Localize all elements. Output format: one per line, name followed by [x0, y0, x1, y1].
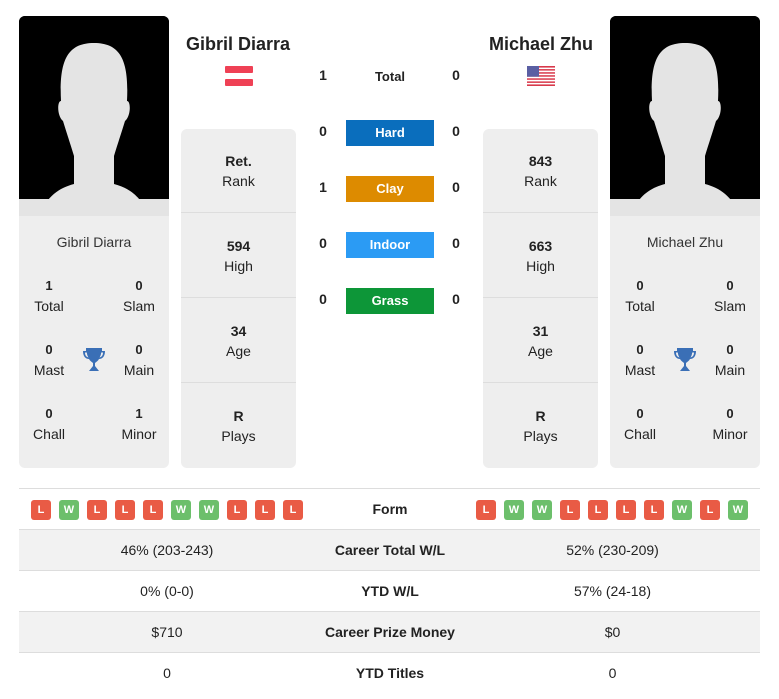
- player2-form-badge-win[interactable]: W: [672, 500, 692, 520]
- h2h-hard-p1: 0: [319, 123, 327, 139]
- form-label: Form: [372, 501, 408, 517]
- player1-prize: $710: [151, 624, 183, 640]
- player1-career-wl: 46% (203-243): [120, 542, 214, 558]
- player1-form-badge-loss[interactable]: L: [255, 500, 275, 520]
- player2-mast-titles: 0 Mast: [624, 342, 656, 378]
- player2-form-badge-win[interactable]: W: [504, 500, 524, 520]
- player2-form-badge-win[interactable]: W: [728, 500, 748, 520]
- ytd-wl-label: YTD W/L: [361, 583, 419, 599]
- silhouette-icon: [19, 16, 169, 216]
- player1-high: 594 High: [181, 214, 296, 298]
- form-row: LWLLLWWLLL Form LWWLLLLWLW: [19, 488, 760, 529]
- player1-form-badge-win[interactable]: W: [199, 500, 219, 520]
- trophy-icon: [82, 347, 106, 373]
- surface-indoor-button[interactable]: Indoor: [346, 232, 434, 258]
- h2h-indoor-p1: 0: [319, 235, 327, 251]
- player1-chall-titles: 0 Chall: [33, 406, 65, 442]
- h2h-grass-p2: 0: [452, 291, 460, 307]
- player2-ytd-titles: 0: [608, 665, 617, 681]
- player2-minor-titles: 0 Minor: [712, 406, 748, 442]
- player1-total-titles: 1 Total: [34, 278, 64, 314]
- prize-label: Career Prize Money: [325, 624, 455, 640]
- player2-total-titles: 0 Total: [625, 278, 655, 314]
- player2-photo: [610, 16, 760, 216]
- ytd-wl-row: 0% (0-0) YTD W/L 57% (24-18): [19, 570, 760, 611]
- surface-clay-button[interactable]: Clay: [346, 176, 434, 202]
- player2-info-panel: 843 Rank 663 High 31 Age R Plays: [483, 129, 598, 468]
- player1-rank: Ret. Rank: [181, 129, 296, 213]
- player1-ytd-titles: 0: [163, 665, 171, 681]
- h2h-total-label: Total: [374, 69, 406, 84]
- h2h-clay-p1: 1: [319, 179, 327, 195]
- player1-form: LWLLLWWLLL: [31, 500, 303, 520]
- player2-high: 663 High: [483, 214, 598, 298]
- player1-form-badge-loss[interactable]: L: [31, 500, 51, 520]
- ytd-titles-row: 0 YTD Titles 0: [19, 652, 760, 693]
- player2-card-name: Michael Zhu: [646, 234, 724, 250]
- h2h-total-p1: 1: [319, 67, 327, 83]
- player2-form-badge-loss[interactable]: L: [700, 500, 720, 520]
- player1-card-name: Gibril Diarra: [56, 234, 132, 250]
- player2-form-badge-loss[interactable]: L: [588, 500, 608, 520]
- h2h-grass-p1: 0: [319, 291, 327, 307]
- silhouette-icon: [610, 16, 760, 216]
- player2-chall-titles: 0 Chall: [624, 406, 656, 442]
- ytd-titles-label: YTD Titles: [355, 665, 425, 681]
- player1-ytd-wl: 0% (0-0): [140, 583, 194, 599]
- surface-hard-button[interactable]: Hard: [346, 120, 434, 146]
- player2-main-titles: 0 Main: [714, 342, 746, 378]
- player1-slam-titles: 0 Slam: [123, 278, 155, 314]
- player2-form-badge-loss[interactable]: L: [560, 500, 580, 520]
- player2-form: LWWLLLLWLW: [476, 500, 748, 520]
- h2h-indoor-p2: 0: [452, 235, 460, 251]
- player2-ytd-wl: 57% (24-18): [573, 583, 652, 599]
- h2h-clay-p2: 0: [452, 179, 460, 195]
- comparison-table: LWLLLWWLLL Form LWWLLLLWLW 46% (203-243)…: [19, 488, 760, 693]
- player1-form-badge-win[interactable]: W: [171, 500, 191, 520]
- surface-grass-button[interactable]: Grass: [346, 288, 434, 314]
- player1-age: 34 Age: [181, 299, 296, 383]
- h2h-hard-p2: 0: [452, 123, 460, 139]
- player2-career-wl: 52% (230-209): [566, 542, 659, 558]
- player1-form-badge-loss[interactable]: L: [283, 500, 303, 520]
- player1-card: Gibril Diarra 1 Total 0 Slam 0 Mast 0 Main 0…: [19, 216, 169, 468]
- career-wl-label: Career Total W/L: [334, 542, 446, 558]
- prize-row: $710 Career Prize Money $0: [19, 611, 760, 652]
- player2-plays: R Plays: [523, 408, 558, 444]
- player2-rank: 843 Rank: [483, 129, 598, 213]
- player2-age: 31 Age: [483, 299, 598, 383]
- player2-form-badge-win[interactable]: W: [532, 500, 552, 520]
- player2-slam-titles: 0 Slam: [714, 278, 746, 314]
- h2h-total-p2: 0: [452, 67, 460, 83]
- austria-flag-icon: [225, 66, 253, 86]
- usa-flag-icon: [527, 66, 555, 86]
- player1-main-titles: 0 Main: [123, 342, 155, 378]
- player2-form-badge-loss[interactable]: L: [476, 500, 496, 520]
- player1-name[interactable]: Gibril Diarra: [148, 34, 328, 55]
- player1-form-badge-loss[interactable]: L: [143, 500, 163, 520]
- player1-mast-titles: 0 Mast: [33, 342, 65, 378]
- player1-minor-titles: 1 Minor: [121, 406, 157, 442]
- player1-form-badge-win[interactable]: W: [59, 500, 79, 520]
- player2-form-badge-loss[interactable]: L: [616, 500, 636, 520]
- career-wl-row: 46% (203-243) Career Total W/L 52% (230-…: [19, 529, 760, 570]
- player1-form-badge-loss[interactable]: L: [87, 500, 107, 520]
- player1-form-badge-loss[interactable]: L: [115, 500, 135, 520]
- player1-plays: R Plays: [221, 408, 256, 444]
- player2-name[interactable]: Michael Zhu: [451, 34, 631, 55]
- player1-form-badge-loss[interactable]: L: [227, 500, 247, 520]
- trophy-icon: [673, 347, 697, 373]
- player1-info-panel: Ret. Rank 594 High 34 Age R Plays: [181, 129, 296, 468]
- player2-prize: $0: [604, 624, 621, 640]
- player2-card: Michael Zhu 0 Total 0 Slam 0 Mast 0 Main 0 Ch…: [610, 216, 760, 468]
- player1-photo: [19, 16, 169, 216]
- player2-form-badge-loss[interactable]: L: [644, 500, 664, 520]
